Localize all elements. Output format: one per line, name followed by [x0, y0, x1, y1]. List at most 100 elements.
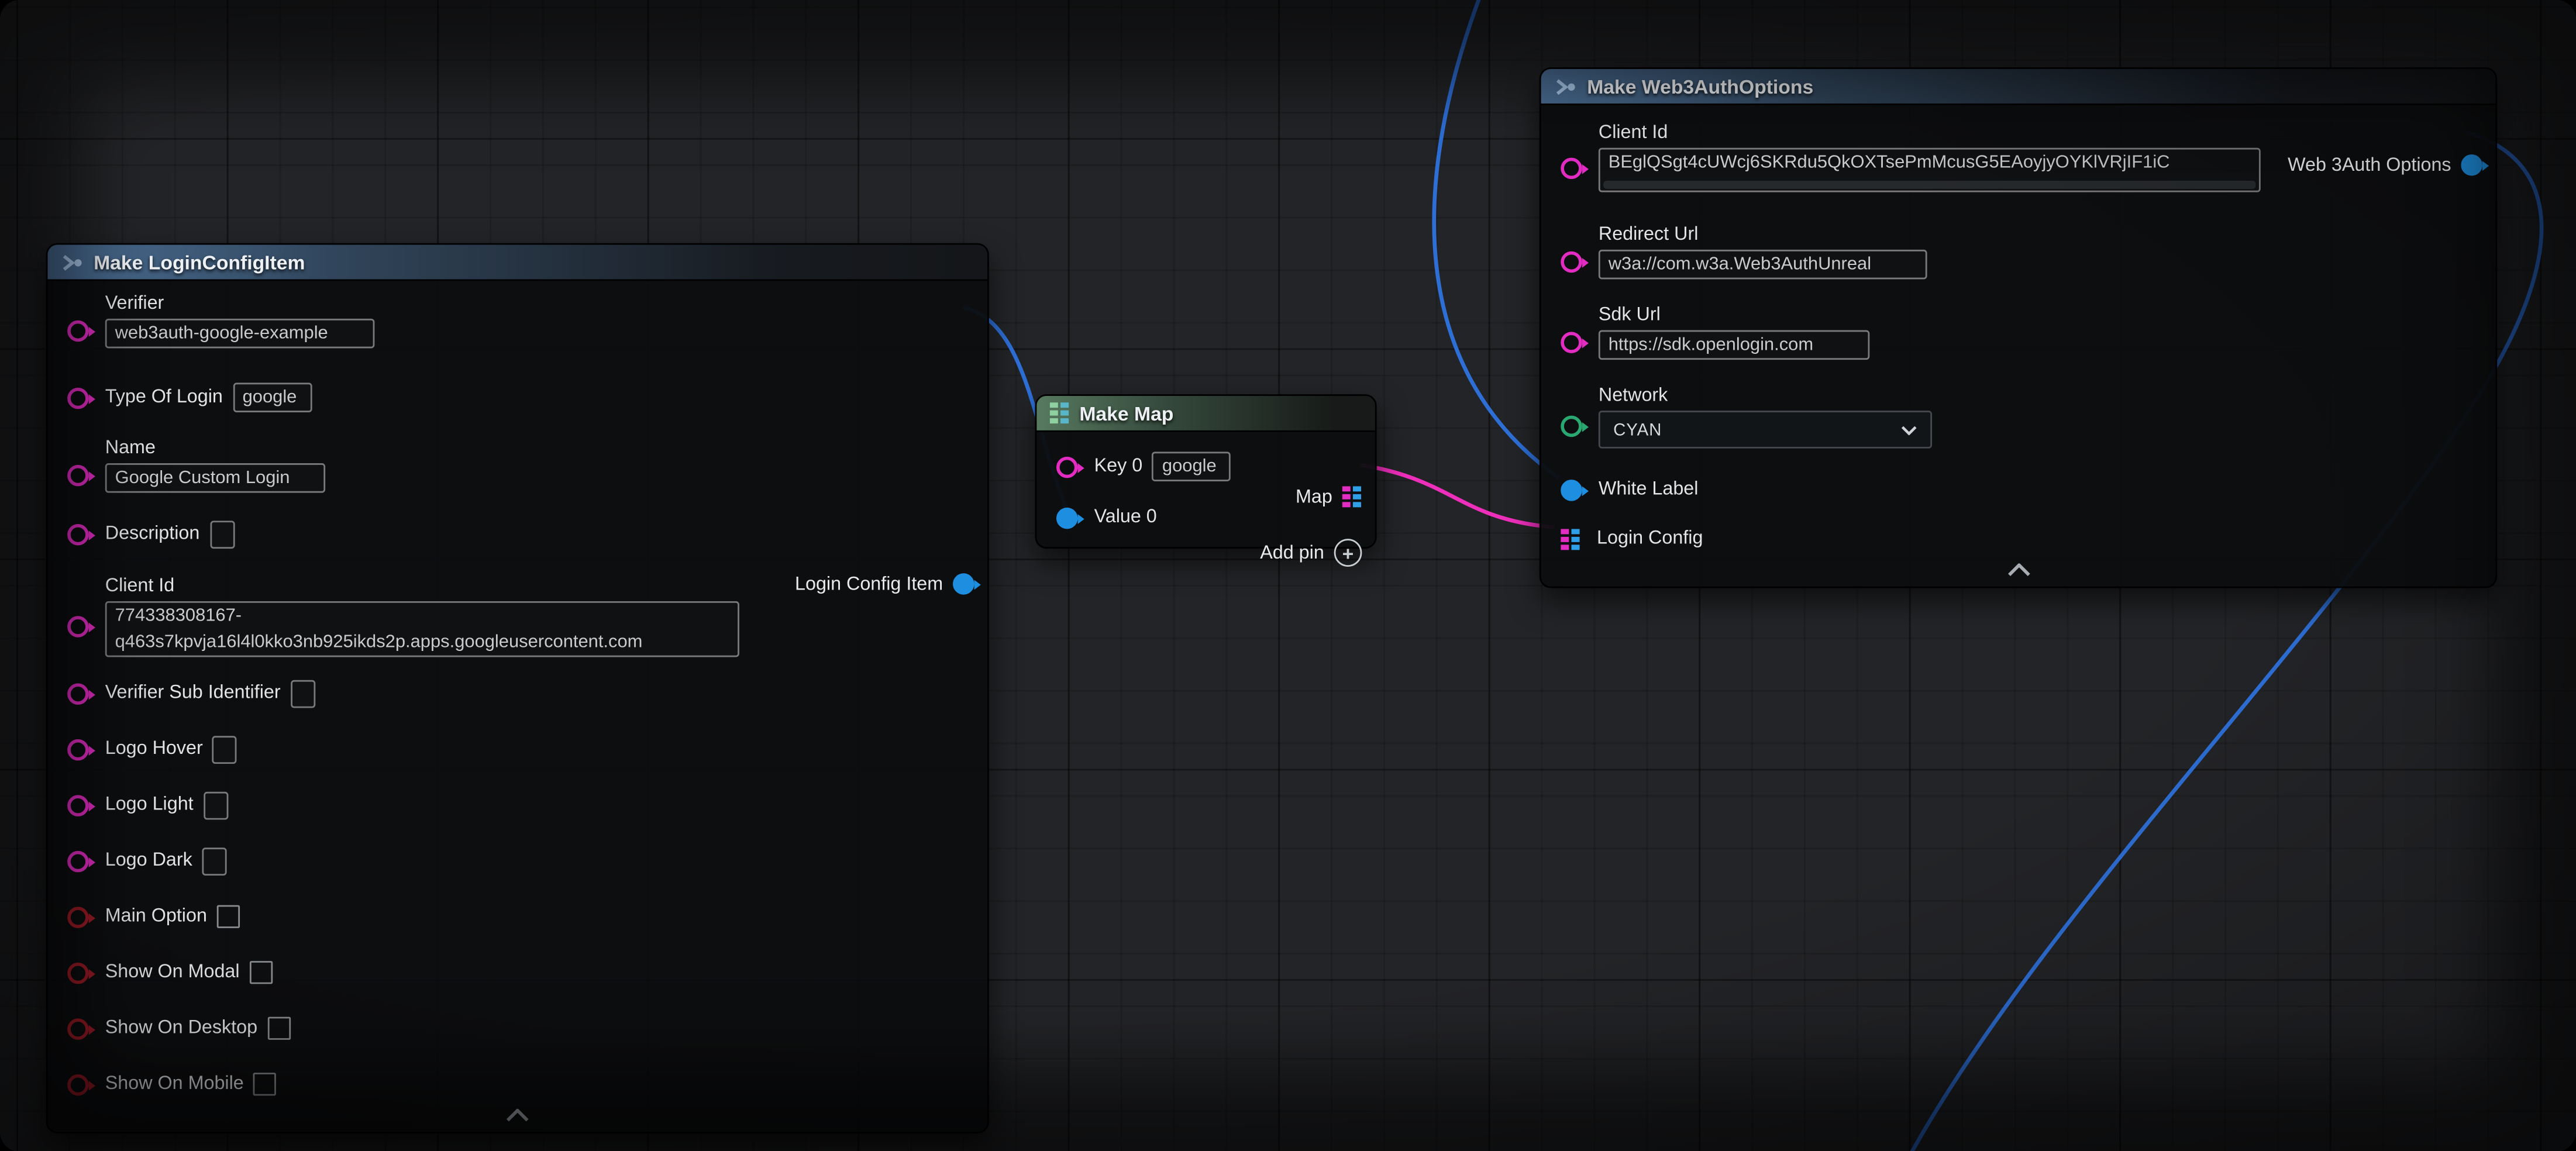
verifier-input[interactable]: web3auth-google-example — [105, 319, 375, 349]
node-make-loginconfigitem[interactable]: Make LoginConfigItem Login Config Item V… — [46, 243, 989, 1133]
pin-show-on-modal[interactable] — [67, 962, 89, 983]
field-row-logo-hover: Logo Hover — [47, 734, 987, 764]
logo-dark-input[interactable] — [202, 847, 227, 875]
main-option-checkbox[interactable] — [217, 905, 240, 928]
pin-show-on-mobile[interactable] — [67, 1073, 89, 1095]
output-web3auth-options[interactable]: Web 3Auth Options — [2288, 154, 2482, 176]
map-output-pin-grid-icon[interactable] — [1342, 486, 1362, 508]
field-row-sdk-url: Sdk Url https://sdk.openlogin.com — [1541, 304, 2496, 360]
pin-logo-dark[interactable] — [67, 850, 89, 872]
node-make-web3authoptions[interactable]: Make Web3AuthOptions Web 3Auth Options C… — [1540, 67, 2497, 588]
field-row-show-on-modal: Show On Modal — [47, 957, 987, 987]
show-on-mobile-checkbox[interactable] — [254, 1073, 277, 1095]
pin-network[interactable] — [1561, 416, 1582, 437]
type-of-login-input[interactable]: google — [233, 382, 312, 412]
show-on-desktop-checkbox[interactable] — [267, 1017, 290, 1040]
plus-circle-icon: + — [1334, 539, 1362, 567]
pin-verifier[interactable] — [67, 321, 89, 342]
output-label: Web 3Auth Options — [2288, 155, 2451, 175]
login-config-pin-grid-icon[interactable] — [1561, 528, 1580, 550]
pin-logo-hover[interactable] — [67, 739, 89, 760]
field-label: Logo Dark — [105, 849, 192, 872]
pin-key0[interactable] — [1056, 456, 1078, 477]
network-dropdown[interactable]: CYAN — [1599, 411, 1932, 449]
redirect-url-input[interactable]: w3a://com.w3a.Web3AuthUnreal — [1599, 250, 1927, 280]
field-label: White Label — [1599, 478, 1699, 501]
add-pin-button[interactable]: Add pin + — [1260, 539, 1362, 567]
field-label: Main Option — [105, 905, 207, 928]
chevron-down-icon — [1901, 425, 1917, 435]
make-struct-icon — [61, 250, 84, 273]
pin-client-id[interactable] — [1561, 158, 1582, 180]
field-label: Name — [105, 437, 325, 460]
sdk-url-input[interactable]: https://sdk.openlogin.com — [1599, 330, 1869, 360]
field-row-type-of-login: Type Of Login google — [47, 382, 987, 412]
wire-map-to-loginconfig[interactable] — [1361, 465, 1554, 528]
node-title: Make Map — [1079, 402, 1173, 425]
output-label: Login Config Item — [795, 574, 943, 594]
node-header[interactable]: Make Web3AuthOptions — [1541, 69, 2496, 105]
field-label: Key 0 — [1094, 455, 1143, 478]
field-row-logo-dark: Logo Dark — [47, 846, 987, 876]
node-title: Make LoginConfigItem — [94, 250, 305, 273]
field-row-logo-light: Logo Light — [47, 790, 987, 820]
field-label: Logo Hover — [105, 738, 203, 760]
node-make-map[interactable]: Make Map Key 0 google Value 0 Map — [1035, 394, 1376, 549]
pin-name[interactable] — [67, 465, 89, 487]
field-row-white-label: White Label — [1541, 475, 2496, 505]
network-selected-value: CYAN — [1613, 420, 1662, 440]
verifier-sub-identifier-input[interactable] — [290, 679, 315, 707]
field-label: Description — [105, 522, 200, 545]
field-label: Client Id — [105, 575, 739, 598]
pin-sdk-url[interactable] — [1561, 332, 1582, 353]
node-header[interactable]: Make Map — [1036, 396, 1375, 432]
logo-light-input[interactable] — [203, 791, 228, 819]
pin-type-of-login[interactable] — [67, 387, 89, 408]
field-row-main-option: Main Option — [47, 902, 987, 932]
field-label: Show On Mobile — [105, 1073, 244, 1095]
collapse-node-button[interactable] — [47, 1109, 987, 1122]
output-login-config-item[interactable]: Login Config Item — [795, 573, 974, 595]
field-label: Network — [1599, 384, 1932, 407]
key0-input[interactable]: google — [1152, 452, 1231, 481]
pin-main-option[interactable] — [67, 906, 89, 928]
field-label: Show On Modal — [105, 961, 240, 984]
blueprint-graph-canvas[interactable]: Make LoginConfigItem Login Config Item V… — [0, 0, 2576, 1151]
pin-redirect-url[interactable] — [1561, 251, 1582, 273]
field-row-name: Name Google Custom Login — [47, 437, 987, 492]
pin-client-id[interactable] — [67, 616, 89, 637]
field-row-redirect-url: Redirect Url w3a://com.w3a.Web3AuthUnrea… — [1541, 223, 2496, 279]
field-label: Verifier Sub Identifier — [105, 682, 281, 705]
show-on-modal-checkbox[interactable] — [249, 961, 272, 984]
output-pin-web3auth-options[interactable] — [2461, 154, 2482, 176]
pin-white-label[interactable] — [1561, 479, 1582, 501]
output-label: Map — [1296, 487, 1332, 507]
field-label: Logo Light — [105, 794, 194, 816]
client-id-input[interactable]: BEglQSgt4cUWcj6SKRdu5QkOXTsePmMcusG5EAoy… — [1599, 148, 2261, 192]
collapse-node-button[interactable] — [1541, 563, 2496, 576]
name-input[interactable]: Google Custom Login — [105, 463, 325, 493]
pin-logo-light[interactable] — [67, 794, 89, 816]
description-input[interactable] — [209, 520, 234, 548]
pin-value0[interactable] — [1056, 506, 1078, 528]
pin-description[interactable] — [67, 523, 89, 545]
field-label: Client Id — [1599, 122, 2261, 144]
field-row-show-on-mobile: Show On Mobile — [47, 1069, 987, 1099]
output-map[interactable]: Map — [1296, 486, 1362, 508]
output-pin-login-config-item[interactable] — [953, 573, 974, 595]
chevron-up-icon — [2007, 563, 2030, 576]
horizontal-scrollbar[interactable] — [1603, 181, 2255, 189]
field-row-login-config: Login Config — [1541, 524, 2496, 554]
field-label: Login Config — [1597, 528, 1703, 550]
pin-show-on-desktop[interactable] — [67, 1018, 89, 1039]
field-row-key0: Key 0 google — [1036, 450, 1375, 483]
field-row-show-on-desktop: Show On Desktop — [47, 1014, 987, 1043]
client-id-input[interactable]: 774338308167-q463s7kpvja16l4l0kko3nb925i… — [105, 601, 739, 657]
field-row-verifier: Verifier web3auth-google-example — [47, 292, 987, 348]
logo-hover-input[interactable] — [213, 735, 237, 763]
client-id-value: BEglQSgt4cUWcj6SKRdu5QkOXTsePmMcusG5EAoy… — [1609, 153, 2170, 173]
node-header[interactable]: Make LoginConfigItem — [47, 244, 987, 281]
map-grid-icon — [1050, 402, 1070, 424]
pin-verifier-sub-identifier[interactable] — [67, 683, 89, 704]
field-row-description: Description — [47, 519, 987, 549]
